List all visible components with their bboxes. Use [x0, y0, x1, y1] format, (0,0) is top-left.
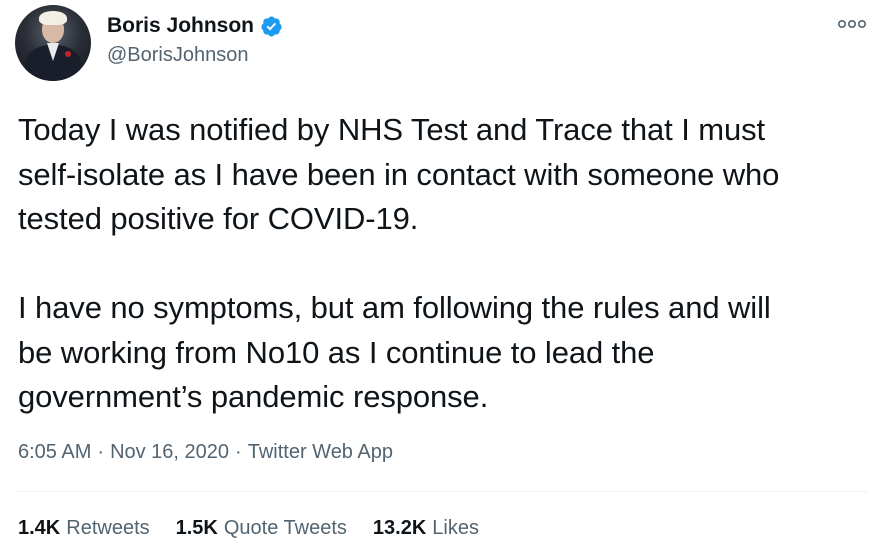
author-name-row[interactable]: Boris Johnson [107, 14, 283, 38]
retweets-stat[interactable]: 1.4K Retweets [18, 517, 150, 540]
author-display-name[interactable]: Boris Johnson [107, 14, 254, 38]
retweets-count: 1.4K [18, 517, 61, 539]
author-handle[interactable]: @BorisJohnson [107, 44, 248, 67]
avatar-hair [39, 11, 67, 25]
likes-stat[interactable]: 13.2K Likes [373, 517, 479, 540]
more-options-icon[interactable] [837, 16, 867, 32]
tweet-time[interactable]: 6:05 AM [18, 441, 91, 464]
divider [18, 491, 868, 492]
likes-label: Likes [432, 517, 479, 539]
tweet-source[interactable]: Twitter Web App [248, 441, 393, 464]
tweet-text: Today I was notified by NHS Test and Tra… [18, 108, 874, 420]
avatar-poppy [65, 51, 71, 57]
profile-avatar[interactable] [15, 5, 91, 81]
verified-badge-icon [260, 15, 283, 38]
meta-separator: · [235, 441, 242, 463]
tweet-paragraph-1: Today I was notified by NHS Test and Tra… [18, 112, 780, 236]
meta-separator: · [97, 441, 105, 463]
likes-count: 13.2K [372, 517, 427, 539]
tweet-paragraph-2: I have no symptoms, but am following the… [18, 290, 771, 414]
tweet-stats: 1.4K Retweets 1.5K Quote Tweets 13.2K Li… [18, 517, 479, 540]
quote-tweets-count: 1.5K [175, 517, 218, 539]
retweets-label: Retweets [66, 517, 150, 539]
tweet-date[interactable]: Nov 16, 2020 [110, 441, 229, 464]
quote-tweets-label: Quote Tweets [223, 517, 347, 539]
quote-tweets-stat[interactable]: 1.5K Quote Tweets [176, 517, 347, 540]
tweet-meta: 6:05 AM · Nov 16, 2020 · Twitter Web App [18, 441, 393, 464]
tweet-card: Boris Johnson @BorisJohnson Today I was … [0, 0, 883, 557]
